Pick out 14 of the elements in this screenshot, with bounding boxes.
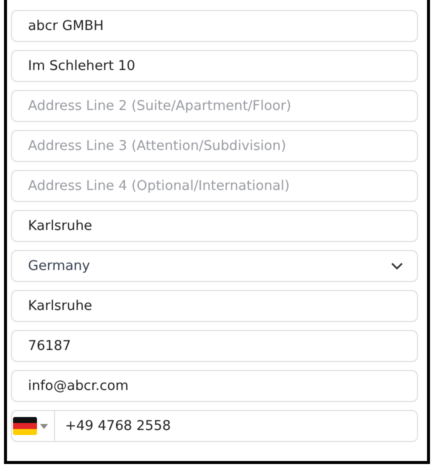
text-field[interactable]: Address Line 3 (Attention/Subdivision) (11, 130, 418, 162)
text-field[interactable]: info@abcr.com (11, 370, 418, 402)
text-field[interactable]: abcr GMBH (11, 10, 418, 42)
text-field[interactable]: Address Line 4 (Optional/International) (11, 170, 418, 202)
text-field[interactable]: Karlsruhe (11, 210, 418, 242)
text-field[interactable]: Address Line 2 (Suite/Apartment/Floor) (11, 90, 418, 122)
chevron-down-icon (391, 262, 403, 270)
caret-icon[interactable] (40, 424, 48, 428)
flag-icon (13, 417, 37, 435)
text-field[interactable]: 76187 (11, 330, 418, 362)
text-field[interactable]: Karlsruhe (11, 290, 418, 322)
country-select[interactable]: Germany (11, 250, 418, 282)
text-field[interactable]: Im Schlehert 10 (11, 50, 418, 82)
phone-field[interactable]: +49 4768 2558 (11, 410, 418, 442)
